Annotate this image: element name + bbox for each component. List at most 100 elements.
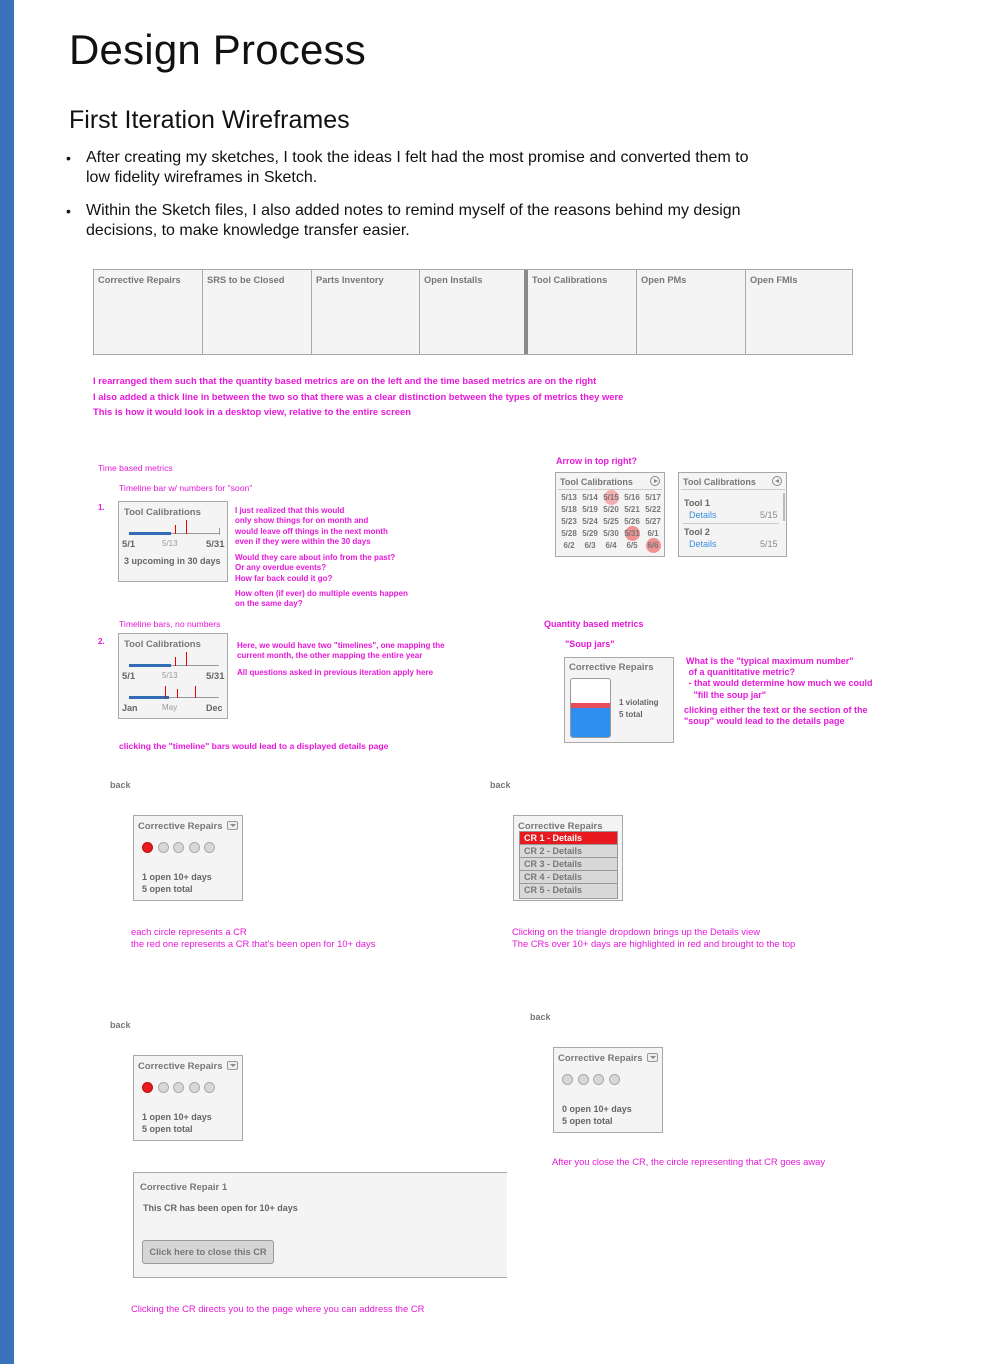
year-mid: May	[162, 703, 178, 712]
calendar-date[interactable]: 5/19	[580, 504, 600, 516]
year-start: Jan	[122, 703, 138, 713]
month-mid: 5/13	[162, 671, 178, 680]
total-count[interactable]: 5 total	[619, 710, 643, 719]
corrective-repairs-closed-card[interactable]: Corrective Repairs 0 open 10+ days 5 ope…	[553, 1047, 663, 1133]
calendar-date[interactable]: 5/31	[622, 526, 642, 541]
calendar-date[interactable]: 5/18	[559, 504, 579, 516]
back-link[interactable]: back	[110, 780, 131, 790]
details-dropdown-list[interactable]: CR 1 - Details CR 2 - Details CR 3 - Det…	[519, 831, 618, 899]
soup-fill[interactable]	[571, 708, 610, 737]
calendar-date[interactable]: 5/24	[580, 516, 600, 528]
metric-parts-inventory[interactable]: Parts Inventory	[312, 270, 420, 354]
calendar-date[interactable]: 5/30	[601, 528, 621, 540]
metric-open-installs[interactable]: Open Installs	[420, 270, 528, 354]
tool-calibrations-list-card[interactable]: Tool Calibrations Tool 1 Details 5/15 To…	[678, 472, 787, 557]
calendar-date[interactable]: 5/13	[559, 492, 579, 504]
tool-calibrations-dual-timeline-card[interactable]: Tool Calibrations 5/1 5/13 5/31 Jan May …	[118, 633, 228, 719]
metric-open-fmis[interactable]: Open FMIs	[746, 270, 852, 354]
calendar-date[interactable]: 5/25	[601, 516, 621, 528]
corrective-repairs-circle-card[interactable]: Corrective Repairs 1 open 10+ days 5 ope…	[133, 1055, 243, 1141]
cr-circle[interactable]	[173, 1082, 184, 1093]
month-timeline-progress[interactable]	[129, 664, 171, 667]
dropdown-item-cr1[interactable]: CR 1 - Details	[520, 832, 617, 845]
corrective-repairs-dropdown-card[interactable]: Corrective Repairs CR 1 - Details CR 2 -…	[513, 815, 623, 901]
detail-title: Corrective Repair 1	[140, 1182, 228, 1193]
cr-circle[interactable]	[158, 1082, 169, 1093]
dropdown-item-cr4[interactable]: CR 4 - Details	[520, 871, 617, 884]
event-marker	[195, 686, 196, 698]
timeline-mid: 5/13	[162, 539, 178, 548]
dropdown-item-cr5[interactable]: CR 5 - Details	[520, 884, 617, 897]
back-link[interactable]: back	[490, 780, 511, 790]
scrollbar[interactable]	[783, 493, 785, 521]
calendar-date[interactable]: 6/4	[601, 540, 621, 552]
metric-corrective-repairs[interactable]: Corrective Repairs	[94, 270, 203, 354]
month-start: 5/1	[122, 671, 136, 682]
dropdown-item-cr3[interactable]: CR 3 - Details	[520, 858, 617, 871]
timeline-end: 5/31	[206, 539, 225, 550]
calendar-date[interactable]: 6/5	[622, 540, 642, 552]
cr-circle[interactable]	[593, 1074, 604, 1085]
corrective-repairs-soup-card[interactable]: Corrective Repairs 1 violating 5 total	[564, 657, 674, 743]
dropdown-triangle-icon[interactable]	[227, 821, 238, 830]
calendar-date[interactable]: 5/20	[601, 504, 621, 516]
timeline-note-1: I just realized that this would only sho…	[235, 506, 388, 546]
calendar-date[interactable]: 6/2	[559, 540, 579, 552]
metric-tool-calibrations[interactable]: Tool Calibrations	[528, 270, 637, 354]
calendar-date[interactable]: 5/28	[559, 528, 579, 540]
calendar-date[interactable]: 5/14	[580, 492, 600, 504]
tool-calibrations-timeline-card[interactable]: Tool Calibrations 5/1 5/13 5/31 3 upcomi…	[118, 501, 228, 582]
cr-circle[interactable]	[562, 1074, 573, 1085]
cr-circle[interactable]	[189, 1082, 200, 1093]
year-timeline-progress[interactable]	[129, 696, 169, 699]
calendar-date[interactable]: 6/3	[580, 540, 600, 552]
cr-circle-overdue[interactable]	[142, 1082, 153, 1093]
calendar-date[interactable]: 6/6	[643, 538, 663, 553]
card-title: Corrective Repairs	[558, 1053, 643, 1064]
cr-circle[interactable]	[158, 842, 169, 853]
cr-circle[interactable]	[609, 1074, 620, 1085]
close-cr-button[interactable]: Click here to close this CR	[142, 1240, 274, 1264]
cr-circle-overdue[interactable]	[142, 842, 153, 853]
open-10-days-count: 0 open 10+ days	[562, 1104, 632, 1114]
next-arrow-icon[interactable]	[650, 476, 660, 486]
back-link[interactable]: back	[110, 1020, 131, 1030]
calendar-date[interactable]: 5/23	[559, 516, 579, 528]
soup-jars-label: "Soup jars"	[565, 639, 615, 649]
event-marker	[186, 520, 187, 534]
cr-circle[interactable]	[204, 1082, 215, 1093]
calendar-date[interactable]: 5/22	[643, 504, 663, 516]
calendar-date[interactable]: 5/29	[580, 528, 600, 540]
timeline-caption: 3 upcoming in 30 days	[124, 556, 221, 566]
option-number: 1.	[98, 503, 105, 512]
metric-srs-to-be-closed[interactable]: SRS to be Closed	[203, 270, 312, 354]
card-title: Tool Calibrations	[124, 507, 201, 518]
details-link[interactable]: Details	[689, 510, 717, 520]
calendar-date[interactable]: 5/17	[643, 492, 663, 504]
cr-circle[interactable]	[204, 842, 215, 853]
tool-calibrations-calendar-card[interactable]: Tool Calibrations 5/13 5/14 5/15 5/16 5/17 5/…	[555, 472, 665, 557]
soup-jar[interactable]	[570, 678, 611, 738]
event-marker	[177, 689, 178, 698]
dropdown-triangle-icon[interactable]	[647, 1053, 658, 1062]
details-link[interactable]: Details	[689, 539, 717, 549]
dropdown-note: Clicking on the triangle dropdown brings…	[512, 926, 796, 949]
cr-circle[interactable]	[189, 842, 200, 853]
back-arrow-icon[interactable]	[772, 476, 782, 486]
card-title: Corrective Repairs	[569, 662, 654, 673]
sidebar-accent-bar	[0, 0, 14, 1364]
calendar-date[interactable]: 5/21	[622, 504, 642, 516]
card-title: Corrective Repairs	[138, 821, 223, 832]
metric-open-pms[interactable]: Open PMs	[637, 270, 746, 354]
dual-timeline-note: Here, we would have two "timelines", one…	[237, 641, 445, 661]
calendar-date[interactable]: 5/27	[643, 516, 663, 528]
calendar-date[interactable]: 5/16	[622, 492, 642, 504]
cr-circle[interactable]	[173, 842, 184, 853]
dropdown-item-cr2[interactable]: CR 2 - Details	[520, 845, 617, 858]
violating-count[interactable]: 1 violating	[619, 698, 659, 707]
back-link[interactable]: back	[530, 1012, 551, 1022]
cr-circle[interactable]	[578, 1074, 589, 1085]
corrective-repairs-circle-card[interactable]: Corrective Repairs 1 open 10+ days 5 ope…	[133, 815, 243, 901]
calendar-date[interactable]: 5/15	[601, 490, 621, 505]
dropdown-triangle-icon[interactable]	[227, 1061, 238, 1070]
